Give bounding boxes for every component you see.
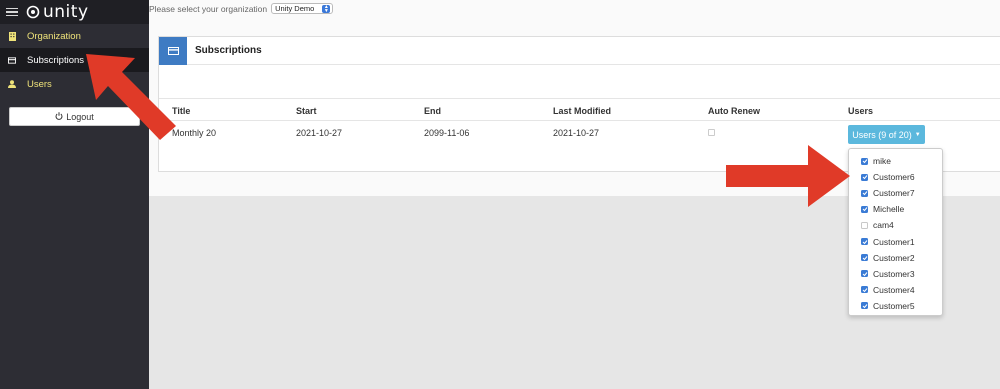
user-option-customer3[interactable]: Customer3 bbox=[849, 266, 942, 282]
panel-header: Subscriptions bbox=[159, 36, 1000, 65]
user-option-label: Customer1 bbox=[873, 236, 915, 247]
caret-down-icon: ▼ bbox=[914, 131, 921, 138]
cell-end: 2099-11-06 bbox=[424, 128, 470, 138]
logo-text: unity bbox=[43, 1, 89, 22]
user-option-customer1[interactable]: Customer1 bbox=[849, 233, 942, 249]
user-option-label: Customer2 bbox=[873, 252, 915, 263]
auto-renew-checkbox[interactable] bbox=[708, 129, 715, 136]
column-header-users: Users bbox=[848, 106, 874, 116]
sidebar-item-label: Subscriptions bbox=[27, 54, 85, 66]
building-icon bbox=[8, 31, 16, 41]
sidebar-item-organization[interactable]: Organization bbox=[0, 24, 149, 48]
checkbox-checked-icon[interactable] bbox=[861, 205, 868, 213]
users-button-label: Users (9 of 20) bbox=[852, 129, 912, 140]
checkbox-checked-icon[interactable] bbox=[861, 286, 868, 294]
sidebar-item-label: Users bbox=[27, 78, 52, 90]
user-option-customer2[interactable]: Customer2 bbox=[849, 250, 942, 266]
cell-last-modified: 2021-10-27 bbox=[553, 128, 600, 138]
hamburger-menu-icon[interactable] bbox=[6, 7, 18, 17]
users-dropdown-menu: mike Customer6 Customer7 Michelle cam4 C… bbox=[848, 148, 943, 316]
user-option-label: mike bbox=[873, 156, 891, 167]
user-option-cam4[interactable]: cam4 bbox=[849, 217, 942, 233]
column-header-end: End bbox=[424, 106, 441, 116]
table-header: Title Start End Last Modified Auto Renew… bbox=[159, 98, 1000, 121]
cell-start: 2021-10-27 bbox=[296, 128, 343, 138]
checkbox-checked-icon[interactable] bbox=[861, 238, 868, 246]
checkbox-checked-icon[interactable] bbox=[861, 173, 868, 181]
checkbox-unchecked-icon[interactable] bbox=[861, 221, 868, 229]
column-header-auto-renew: Auto Renew bbox=[708, 106, 761, 116]
user-option-customer5[interactable]: Customer5 bbox=[849, 298, 942, 314]
user-option-customer4[interactable]: Customer4 bbox=[849, 282, 942, 298]
panel-title: Subscriptions bbox=[195, 45, 262, 56]
user-option-label: Michelle bbox=[873, 204, 905, 215]
unity-logo-icon bbox=[26, 5, 40, 19]
user-icon bbox=[8, 80, 16, 88]
user-option-customer6[interactable]: Customer6 bbox=[849, 169, 942, 185]
org-prompt: Please select your organization bbox=[149, 3, 268, 14]
user-option-customer7[interactable]: Customer7 bbox=[849, 185, 942, 201]
annotation-arrow-icon bbox=[86, 54, 176, 140]
power-icon bbox=[55, 111, 63, 122]
checkbox-checked-icon[interactable] bbox=[861, 189, 868, 197]
logo: unity bbox=[26, 1, 89, 22]
checkbox-checked-icon[interactable] bbox=[861, 254, 868, 262]
select-arrows-icon: ▲ ▼ bbox=[322, 3, 331, 14]
org-selected-value: Unity Demo bbox=[275, 4, 315, 13]
checkbox-checked-icon[interactable] bbox=[861, 270, 868, 278]
users-dropdown-button[interactable]: Users (9 of 20) ▼ bbox=[848, 125, 925, 144]
checkbox-checked-icon[interactable] bbox=[861, 157, 868, 165]
checkbox-checked-icon[interactable] bbox=[861, 302, 868, 310]
user-option-label: cam4 bbox=[873, 220, 894, 231]
user-option-label: Customer6 bbox=[873, 172, 915, 183]
user-option-mike[interactable]: mike bbox=[849, 153, 942, 169]
sidebar-item-label: Organization bbox=[27, 30, 81, 42]
org-select[interactable]: Unity Demo ▲ ▼ bbox=[271, 3, 334, 14]
annotation-arrow-icon bbox=[726, 145, 850, 207]
user-option-label: Customer7 bbox=[873, 188, 915, 199]
user-option-michelle[interactable]: Michelle bbox=[849, 201, 942, 217]
column-header-start: Start bbox=[296, 106, 317, 116]
user-option-label: Customer3 bbox=[873, 268, 915, 279]
org-selector-row: Please select your organization Unity De… bbox=[149, 3, 334, 14]
brand-bar: unity bbox=[0, 0, 149, 24]
user-option-label: Customer5 bbox=[873, 300, 915, 311]
credit-card-icon bbox=[8, 56, 16, 64]
user-option-label: Customer4 bbox=[873, 284, 915, 295]
column-header-last-modified: Last Modified bbox=[553, 106, 611, 116]
